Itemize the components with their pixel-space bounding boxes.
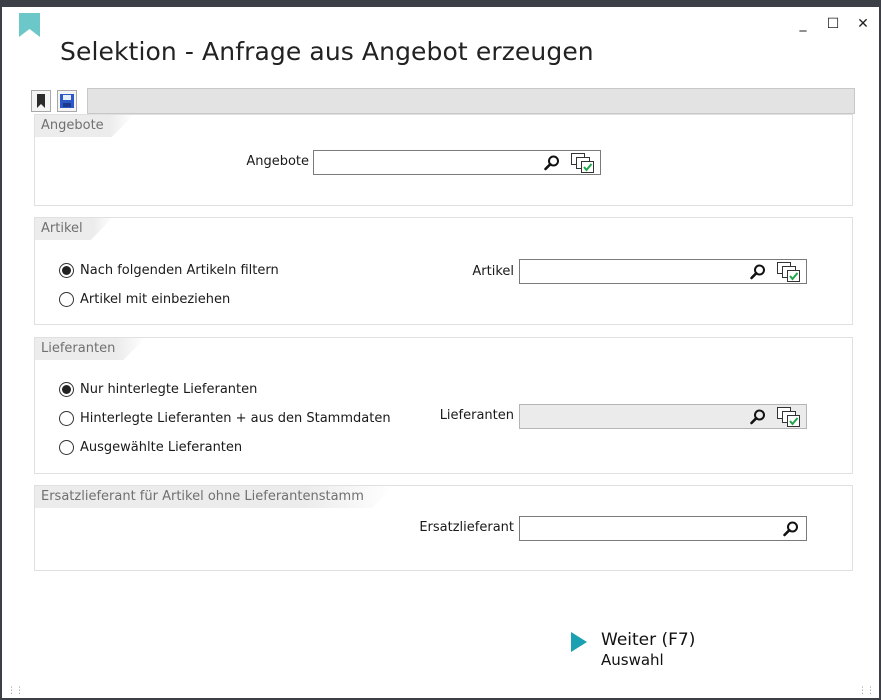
group-header: Artikel bbox=[35, 218, 113, 240]
multi-select-icon[interactable] bbox=[570, 152, 596, 174]
radio-ausgewaehlte[interactable]: Ausgewählte Lieferanten bbox=[59, 440, 242, 455]
next-button-text: Weiter (F7) Auswahl bbox=[601, 629, 695, 669]
bookmark-ribbon-icon bbox=[19, 13, 40, 37]
save-icon[interactable] bbox=[57, 89, 77, 112]
search-icon[interactable] bbox=[782, 520, 800, 538]
bookmark-icon[interactable] bbox=[31, 89, 51, 112]
artikel-field[interactable] bbox=[519, 259, 807, 284]
multi-select-icon[interactable] bbox=[776, 261, 802, 283]
search-icon[interactable] bbox=[543, 154, 561, 172]
minimize-button[interactable]: _ bbox=[795, 15, 811, 33]
radio-hinterlegte-stammdaten[interactable]: Hinterlegte Lieferanten + aus den Stammd… bbox=[59, 411, 391, 426]
lieferanten-label: Lieferanten bbox=[439, 408, 514, 423]
next-button-label: Weiter (F7) bbox=[601, 630, 696, 650]
radio-button[interactable] bbox=[59, 440, 74, 455]
group-ersatzlieferant: Ersatzlieferant für Artikel ohne Liefera… bbox=[34, 485, 853, 571]
play-arrow-icon bbox=[571, 632, 587, 652]
dialog-title: Selektion - Anfrage aus Angebot erzeugen bbox=[60, 37, 594, 66]
search-icon[interactable] bbox=[749, 408, 767, 426]
next-button[interactable]: Weiter (F7) Auswahl bbox=[571, 629, 695, 669]
group-header: Lieferanten bbox=[35, 338, 145, 360]
radio-button[interactable] bbox=[59, 382, 74, 397]
radio-label: Nach folgenden Artikeln filtern bbox=[80, 263, 279, 278]
radio-label: Artikel mit einbeziehen bbox=[80, 292, 231, 307]
group-lieferanten: Lieferanten Nur hinterlegte Lieferanten … bbox=[34, 337, 853, 474]
next-button-sublabel: Auswahl bbox=[601, 651, 664, 669]
toolbar-status-bar bbox=[87, 87, 855, 114]
search-icon[interactable] bbox=[749, 263, 767, 281]
maximize-button[interactable]: ☐ bbox=[825, 15, 841, 33]
ersatzlieferant-field[interactable] bbox=[519, 516, 807, 541]
toolbar bbox=[31, 87, 855, 114]
radio-button[interactable] bbox=[59, 263, 74, 278]
group-header: Ersatzlieferant für Artikel ohne Liefera… bbox=[35, 486, 394, 508]
group-artikel: Artikel Nach folgenden Artikeln filtern … bbox=[34, 217, 853, 325]
multi-select-icon[interactable] bbox=[776, 406, 802, 428]
group-header: Angebote bbox=[35, 115, 134, 137]
lieferanten-field[interactable] bbox=[519, 404, 807, 429]
close-button[interactable]: ✕ bbox=[855, 15, 871, 33]
resize-grip-left-icon: ⋮⋮ bbox=[7, 686, 24, 696]
resize-grip-right-icon[interactable]: ⋮⋮ bbox=[858, 686, 875, 696]
dialog-window: _ ☐ ✕ Selektion - Anfrage aus Angebot er… bbox=[0, 0, 881, 700]
window-controls: _ ☐ ✕ bbox=[795, 15, 871, 33]
radio-label: Hinterlegte Lieferanten + aus den Stammd… bbox=[80, 411, 391, 426]
radio-label: Ausgewählte Lieferanten bbox=[80, 440, 243, 455]
radio-button[interactable] bbox=[59, 411, 74, 426]
angebote-label: Angebote bbox=[246, 154, 309, 169]
group-angebote: Angebote Angebote bbox=[34, 114, 853, 206]
radio-artikel-filtern[interactable]: Nach folgenden Artikeln filtern bbox=[59, 263, 279, 278]
angebote-field[interactable] bbox=[313, 150, 601, 175]
radio-nur-hinterlegte[interactable]: Nur hinterlegte Lieferanten bbox=[59, 382, 257, 397]
ersatzlieferant-label: Ersatzlieferant bbox=[419, 520, 514, 535]
radio-button[interactable] bbox=[59, 292, 74, 307]
artikel-label: Artikel bbox=[472, 264, 514, 279]
radio-label: Nur hinterlegte Lieferanten bbox=[80, 382, 258, 397]
radio-artikel-einbeziehen[interactable]: Artikel mit einbeziehen bbox=[59, 292, 230, 307]
